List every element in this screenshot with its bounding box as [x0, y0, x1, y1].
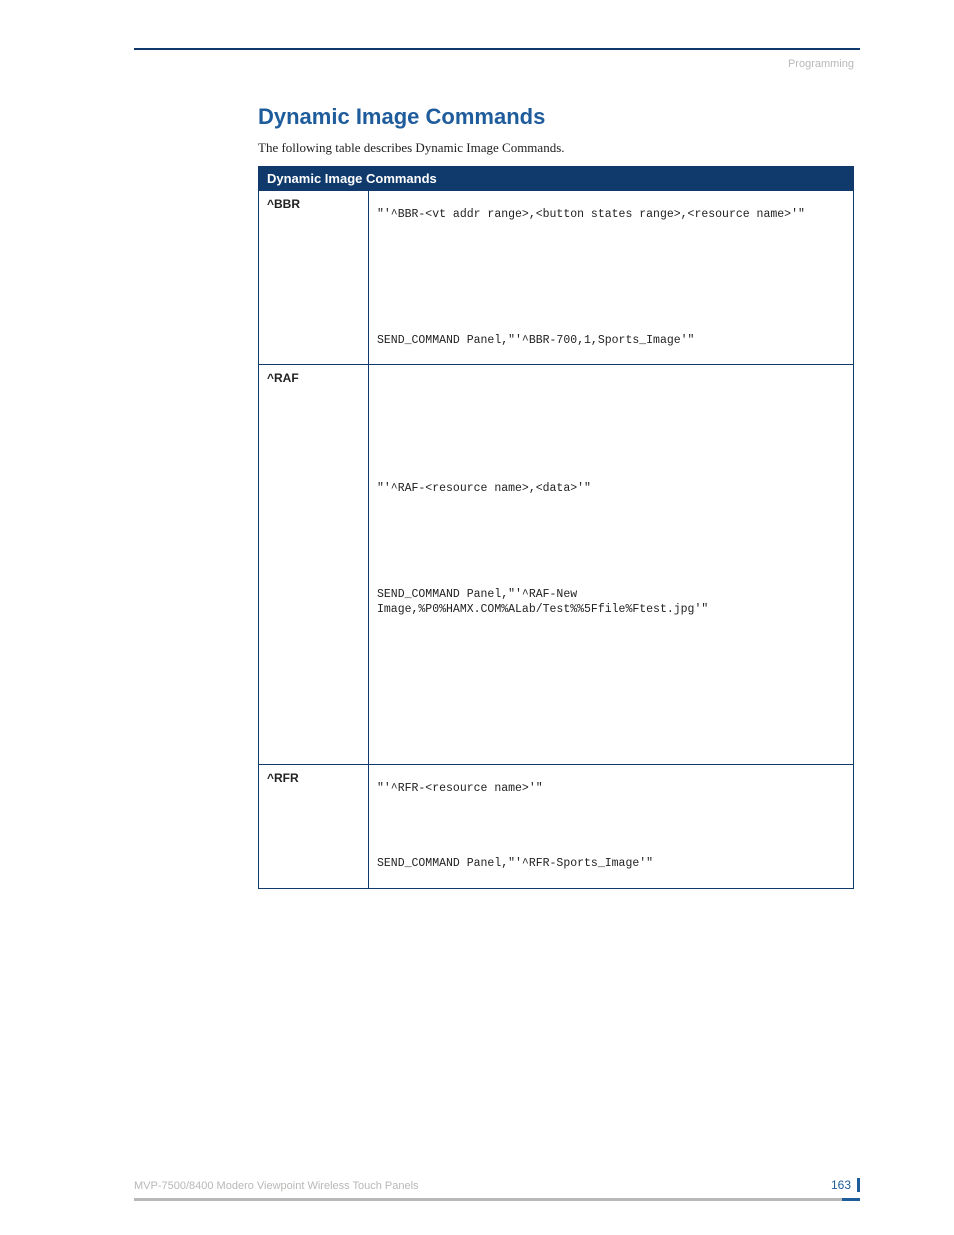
- cmd-name-raf: ^RAF: [259, 365, 369, 765]
- cmd-example-raf: SEND_COMMAND Panel,"'^RAF-New Image,%P0%…: [377, 587, 845, 618]
- table-row: ^BBR "'^BBR-<vt addr range>,<button stat…: [259, 191, 854, 365]
- commands-table: Dynamic Image Commands ^BBR "'^BBR-<vt a…: [258, 166, 854, 889]
- footer-rule: [134, 1198, 860, 1201]
- footer-doc-title: MVP-7500/8400 Modero Viewpoint Wireless …: [134, 1180, 419, 1192]
- cmd-body-rfr: "'^RFR-<resource name>'" SEND_COMMAND Pa…: [369, 764, 854, 888]
- section-tag: Programming: [140, 58, 854, 70]
- cmd-name-bbr: ^BBR: [259, 191, 369, 365]
- cmd-example-rfr: SEND_COMMAND Panel,"'^RFR-Sports_Image'": [377, 856, 845, 872]
- cmd-example-bbr: SEND_COMMAND Panel,"'^BBR-700,1,Sports_I…: [377, 333, 845, 349]
- top-rule: [134, 48, 860, 50]
- table-caption: Dynamic Image Commands: [259, 167, 854, 191]
- cmd-syntax-rfr: "'^RFR-<resource name>'": [377, 781, 845, 797]
- table-row: ^RFR "'^RFR-<resource name>'" SEND_COMMA…: [259, 764, 854, 888]
- page-footer: MVP-7500/8400 Modero Viewpoint Wireless …: [134, 1178, 860, 1201]
- cmd-body-bbr: "'^BBR-<vt addr range>,<button states ra…: [369, 191, 854, 365]
- table-row: ^RAF "'^RAF-<resource name>,<data>'" SEN…: [259, 365, 854, 765]
- table-header-row: Dynamic Image Commands: [259, 167, 854, 191]
- page-title: Dynamic Image Commands: [258, 104, 854, 130]
- cmd-name-rfr: ^RFR: [259, 764, 369, 888]
- page-number: 163: [831, 1178, 860, 1192]
- cmd-syntax-raf: "'^RAF-<resource name>,<data>'": [377, 481, 845, 497]
- cmd-body-raf: "'^RAF-<resource name>,<data>'" SEND_COM…: [369, 365, 854, 765]
- intro-text: The following table describes Dynamic Im…: [258, 140, 854, 156]
- cmd-syntax-bbr: "'^BBR-<vt addr range>,<button states ra…: [377, 207, 845, 223]
